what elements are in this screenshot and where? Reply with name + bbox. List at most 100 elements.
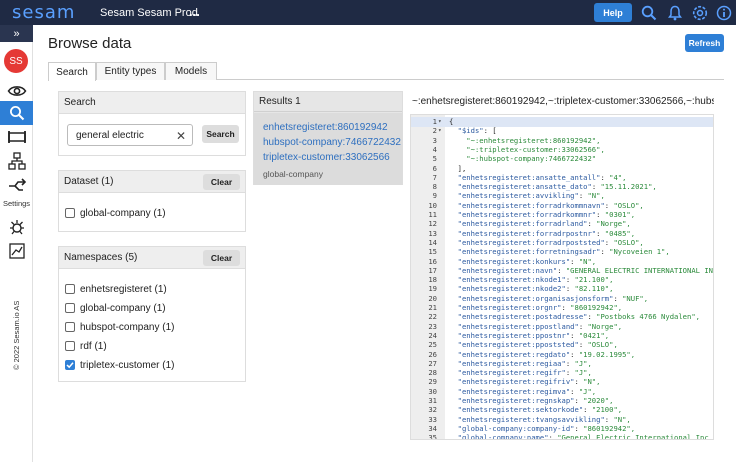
- result-link-tripletex-customer[interactable]: tripletex-customer:33062566: [263, 152, 390, 163]
- code-line: 19 "enhetsregisteret:nkode2": "82.110",: [411, 284, 713, 294]
- dataset-filter-label: global-company (1): [80, 207, 166, 219]
- code-line: 3 "~:enhetsregisteret:860192942",: [411, 136, 713, 146]
- avatar[interactable]: SS: [4, 49, 28, 73]
- dataset-filter-global-company[interactable]: global-company (1): [65, 206, 166, 220]
- line-number: 10: [428, 200, 437, 210]
- line-number: 13: [428, 228, 437, 238]
- collapse-sidebar-button[interactable]: »: [0, 25, 33, 42]
- line-number: 17: [428, 265, 437, 275]
- bug-icon[interactable]: [0, 215, 33, 239]
- tab-entity-types[interactable]: Entity types: [96, 62, 165, 80]
- code-text: "enhetsregisteret:forradrkommnavn": "OSL…: [449, 200, 644, 210]
- checkbox-checked[interactable]: [65, 360, 75, 370]
- result-link-hubspot-company[interactable]: hubspot-company:7466722432: [263, 137, 401, 148]
- line-number: 6: [432, 163, 437, 173]
- flows-icon[interactable]: [0, 149, 33, 173]
- bell-icon[interactable]: [665, 3, 685, 23]
- code-line: 28 "enhetsregisteret:regifr": "J",: [411, 368, 713, 378]
- line-number: 25: [428, 340, 437, 350]
- namespace-filter-tripletex-customer[interactable]: tripletex-customer (1): [65, 358, 174, 372]
- clear-search-icon[interactable]: ✕: [176, 129, 186, 143]
- search-panel-heading: Search: [59, 92, 245, 114]
- line-number: 29: [428, 377, 437, 387]
- namespaces-panel: Namespaces (5) Clear enhetsregisteret (1…: [58, 246, 246, 382]
- integrations-icon[interactable]: [0, 173, 33, 197]
- line-number: 28: [428, 368, 437, 378]
- browse-search-icon[interactable]: [0, 101, 33, 125]
- dataset-clear-button[interactable]: Clear: [203, 174, 240, 190]
- code-line: 35 "global-company:name": "General Elect…: [411, 433, 714, 440]
- code-text: ],: [449, 163, 467, 173]
- namespaces-heading: Namespaces (5): [64, 252, 138, 263]
- code-text: "enhetsregisteret:postadresse": "Postbok…: [449, 312, 700, 322]
- fold-toggle-icon[interactable]: ▾: [438, 117, 442, 127]
- info-icon[interactable]: [714, 3, 734, 23]
- code-line: 12 "enhetsregisteret:forradrland": "Norg…: [411, 219, 713, 229]
- namespace-filter-hubspot-company[interactable]: hubspot-company (1): [65, 320, 175, 334]
- code-line: 7 "enhetsregisteret:ansatte_antall": "4"…: [411, 172, 713, 183]
- code-text: "enhetsregisteret:forradrpoststed": "OSL…: [449, 237, 644, 247]
- line-number: 8: [432, 182, 437, 192]
- code-text: "global-company:name": "General Electric…: [449, 433, 714, 440]
- code-text: "enhetsregisteret:sektorkode": "2100",: [449, 405, 623, 415]
- search-input[interactable]: general electric ✕: [67, 124, 193, 146]
- pipes-icon[interactable]: [0, 125, 33, 149]
- line-number: 7: [432, 172, 437, 182]
- line-number: 2: [432, 126, 437, 136]
- results-panel: Results 1 enhetsregisteret:860192942 hub…: [253, 91, 403, 185]
- code-text: "enhetsregisteret:ppostnr": "0421",: [449, 330, 610, 340]
- code-text: "enhetsregisteret:forradrland": "Norge",: [449, 219, 631, 229]
- settings-label[interactable]: Settings: [0, 199, 33, 208]
- subscription-menu-button[interactable]: ...: [189, 4, 200, 19]
- code-text: "~:hubspot-company:7466722432": [449, 154, 597, 164]
- code-text: "enhetsregisteret:regifr": "J",: [449, 368, 592, 378]
- line-number: 22: [428, 312, 437, 322]
- result-item[interactable]: enhetsregisteret:860192942 hubspot-compa…: [254, 113, 402, 185]
- analytics-icon[interactable]: [0, 239, 33, 263]
- checkbox[interactable]: [65, 322, 75, 332]
- code-line: 31 "enhetsregisteret:regnskap": "2020",: [411, 396, 713, 406]
- line-number: 23: [428, 321, 437, 331]
- line-number: 19: [428, 284, 437, 294]
- code-line: 5 "~:hubspot-company:7466722432": [411, 154, 713, 164]
- code-text: "enhetsregisteret:avvikling": "N",: [449, 191, 605, 201]
- namespaces-clear-button[interactable]: Clear: [203, 250, 240, 266]
- checkbox[interactable]: [65, 341, 75, 351]
- code-line: 16 "enhetsregisteret:konkurs": "N",: [411, 257, 713, 267]
- checkbox[interactable]: [65, 284, 75, 294]
- code-line: 1 ▾ {: [411, 117, 713, 127]
- refresh-button[interactable]: Refresh: [685, 34, 724, 52]
- code-text: "enhetsregisteret:ppoststed": "OSLO",: [449, 340, 618, 350]
- code-line: 33 "enhetsregisteret:tvangsavvikling": "…: [411, 415, 713, 425]
- tab-models[interactable]: Models: [165, 62, 217, 80]
- tab-search[interactable]: Search: [48, 62, 96, 81]
- sesam-logo[interactable]: sesam: [12, 2, 75, 23]
- namespace-filter-enhetsregisteret[interactable]: enhetsregisteret (1): [65, 282, 167, 296]
- line-number: 26: [428, 349, 437, 359]
- namespace-filter-global-company[interactable]: global-company (1): [65, 301, 166, 315]
- eye-icon[interactable]: [0, 79, 33, 103]
- page-title: Browse data: [48, 35, 132, 52]
- gear-icon[interactable]: [690, 3, 710, 23]
- line-number: 5: [432, 154, 437, 164]
- help-button[interactable]: Help: [594, 3, 632, 22]
- line-number: 1: [432, 117, 437, 126]
- checkbox[interactable]: [65, 303, 75, 313]
- code-text: "enhetsregisteret:ppostland": "Norge",: [449, 321, 623, 331]
- namespaces-panel-header: Namespaces (5) Clear: [59, 247, 245, 269]
- line-number: 31: [428, 396, 437, 405]
- code-line: 18 "enhetsregisteret:nkode1": "21.100",: [411, 275, 713, 285]
- fold-toggle-icon[interactable]: ▾: [438, 126, 442, 136]
- namespace-filter-rdf[interactable]: rdf (1): [65, 339, 107, 353]
- entity-json-viewer[interactable]: 1 ▾{2 ▾ "$ids": [3 "~:enhetsregisteret:860…: [410, 114, 714, 440]
- checkbox[interactable]: [65, 208, 75, 218]
- search-button[interactable]: Search: [202, 125, 239, 143]
- code-line: 21 "enhetsregisteret:orgnr": "860192942"…: [411, 303, 713, 313]
- subscription-name[interactable]: Sesam Sesam Prod: [100, 7, 198, 19]
- code-text: "enhetsregisteret:nkode2": "82.110",: [449, 284, 614, 294]
- code-line: 25 "enhetsregisteret:ppoststed": "OSLO",: [411, 340, 713, 350]
- search-icon[interactable]: [639, 3, 659, 23]
- result-link-enhetsregisteret[interactable]: enhetsregisteret:860192942: [263, 122, 388, 133]
- line-number: 12: [428, 219, 437, 229]
- code-line: 24 "enhetsregisteret:ppostnr": "0421",: [411, 330, 713, 341]
